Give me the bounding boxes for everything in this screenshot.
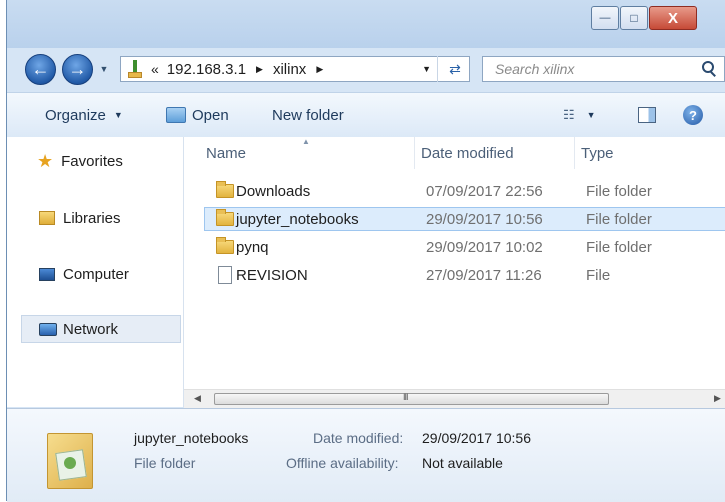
- nav-item-label: Network: [63, 320, 119, 338]
- open-label: Open: [192, 106, 229, 124]
- minimize-button[interactable]: —: [591, 6, 619, 30]
- file-name: pynq: [236, 238, 269, 256]
- change-view-button[interactable]: ☷ ▼: [563, 93, 596, 137]
- file-name: Downloads: [236, 182, 311, 200]
- libraries-icon: [39, 211, 55, 225]
- close-icon: X: [667, 9, 678, 27]
- breadcrumb-item-host[interactable]: 192.168.3.1: [167, 61, 246, 78]
- computer-icon: [39, 267, 55, 281]
- large-folder-icon: [47, 425, 99, 489]
- search-icon[interactable]: [700, 60, 718, 78]
- preview-pane-icon: [638, 107, 656, 123]
- file-type: File folder: [586, 182, 652, 200]
- nav-item-libraries[interactable]: Libraries: [21, 204, 121, 232]
- scrollbar-thumb[interactable]: III: [214, 392, 609, 405]
- search-input[interactable]: Search xilinx: [495, 61, 574, 77]
- help-button[interactable]: ?: [683, 93, 703, 137]
- maximize-icon: □: [630, 11, 638, 25]
- column-divider[interactable]: [574, 137, 575, 169]
- column-header-type[interactable]: Type: [581, 137, 721, 169]
- file-icon: [218, 266, 232, 284]
- breadcrumb-separator-icon[interactable]: ▶: [256, 64, 263, 75]
- file-date: 29/09/2017 10:56: [426, 210, 543, 228]
- file-date: 29/09/2017 10:02: [426, 238, 543, 256]
- scroll-right-icon[interactable]: ▶: [714, 393, 721, 404]
- network-icon: [39, 322, 57, 336]
- file-row[interactable]: Downloads 07/09/2017 22:56 File folder: [204, 179, 725, 203]
- chevron-down-icon: ▼: [99, 64, 109, 74]
- folder-icon: [216, 237, 234, 254]
- refresh-button[interactable]: ⇄: [437, 56, 472, 82]
- file-name: jupyter_notebooks: [236, 210, 359, 228]
- open-folder-icon: [166, 107, 186, 123]
- title-bar: — □ X: [7, 0, 725, 48]
- scrollbar-grip-icon: III: [403, 392, 408, 402]
- close-button[interactable]: X: [649, 6, 697, 30]
- detail-offline-label: Offline availability:: [286, 455, 399, 471]
- file-list: ▲ Name Date modified Type Downloads 07/0…: [184, 137, 725, 407]
- address-bar[interactable]: « 192.168.3.1 ▶ xilinx ▶ ▼: [120, 56, 470, 82]
- nav-item-computer[interactable]: Computer: [21, 260, 129, 288]
- file-date: 27/09/2017 11:26: [426, 266, 542, 284]
- star-icon: ★: [37, 150, 54, 171]
- nav-item-label: Favorites: [61, 152, 123, 170]
- detail-type: File folder: [134, 455, 196, 471]
- file-name: REVISION: [236, 266, 308, 284]
- nav-item-label: Libraries: [63, 209, 121, 227]
- organize-button[interactable]: Organize ▼: [45, 93, 123, 137]
- nav-item-label: Computer: [63, 265, 129, 283]
- back-button[interactable]: ←: [25, 54, 56, 85]
- chevron-down-icon: ▼: [113, 110, 123, 120]
- recent-pages-dropdown[interactable]: ▼: [97, 62, 111, 76]
- breadcrumb-overflow[interactable]: «: [151, 61, 159, 77]
- view-list-icon: ☷: [563, 107, 575, 122]
- horizontal-scrollbar[interactable]: ◀ III ▶: [184, 389, 725, 408]
- chevron-down-icon: ▼: [586, 110, 596, 120]
- organize-label: Organize: [45, 106, 106, 124]
- scroll-left-icon[interactable]: ◀: [194, 393, 201, 404]
- column-header-label: Type: [581, 144, 614, 162]
- breadcrumb-separator-icon[interactable]: ▶: [316, 64, 323, 75]
- address-dropdown-icon[interactable]: ▼: [422, 64, 431, 74]
- column-header-name[interactable]: Name: [206, 137, 404, 169]
- forward-button[interactable]: →: [62, 54, 93, 85]
- folder-icon: [216, 209, 234, 226]
- detail-date-label: Date modified:: [313, 430, 404, 446]
- forward-arrow-icon: →: [68, 59, 87, 79]
- detail-name: jupyter_notebooks: [134, 430, 249, 446]
- command-bar: Organize ▼ Open New folder ☷ ▼ ?: [7, 92, 725, 138]
- file-row[interactable]: pynq 29/09/2017 10:02 File folder: [204, 235, 725, 259]
- search-box[interactable]: Search xilinx: [482, 56, 725, 82]
- file-row[interactable]: REVISION 27/09/2017 11:26 File: [204, 263, 725, 287]
- maximize-button[interactable]: □: [620, 6, 648, 30]
- network-location-icon: [127, 60, 143, 78]
- column-header-label: Name: [206, 144, 247, 162]
- open-button[interactable]: Open: [166, 93, 229, 137]
- breadcrumb-item-folder[interactable]: xilinx: [273, 61, 306, 78]
- explorer-window: — □ X ← → ▼ « 192.168.3.1 ▶ xilinx ▶ ▼ ⇄…: [6, 0, 725, 502]
- file-date: 07/09/2017 22:56: [426, 182, 543, 200]
- refresh-icon: ⇄: [449, 60, 461, 77]
- detail-offline-value: Not available: [422, 455, 503, 471]
- minimize-icon: —: [599, 12, 611, 24]
- folder-icon: [216, 181, 234, 198]
- navigation-pane: ★ Favorites Libraries Computer Network: [7, 137, 184, 407]
- new-folder-button[interactable]: New folder: [272, 93, 344, 137]
- file-type: File folder: [586, 210, 652, 228]
- detail-date-value: 29/09/2017 10:56: [422, 430, 531, 446]
- column-header-date[interactable]: Date modified: [421, 137, 571, 169]
- details-pane: jupyter_notebooks File folder Date modif…: [7, 408, 725, 502]
- file-type: File: [586, 266, 611, 284]
- file-type: File folder: [586, 238, 652, 256]
- column-divider[interactable]: [414, 137, 415, 169]
- new-folder-label: New folder: [272, 106, 344, 124]
- preview-pane-button[interactable]: [638, 93, 656, 137]
- nav-item-network[interactable]: Network: [21, 315, 118, 343]
- column-header-label: Date modified: [421, 144, 514, 162]
- nav-item-favorites[interactable]: ★ Favorites: [21, 147, 123, 175]
- file-row-selected[interactable]: jupyter_notebooks 29/09/2017 10:56 File …: [204, 207, 725, 231]
- back-arrow-icon: ←: [31, 59, 50, 79]
- help-icon: ?: [683, 105, 703, 125]
